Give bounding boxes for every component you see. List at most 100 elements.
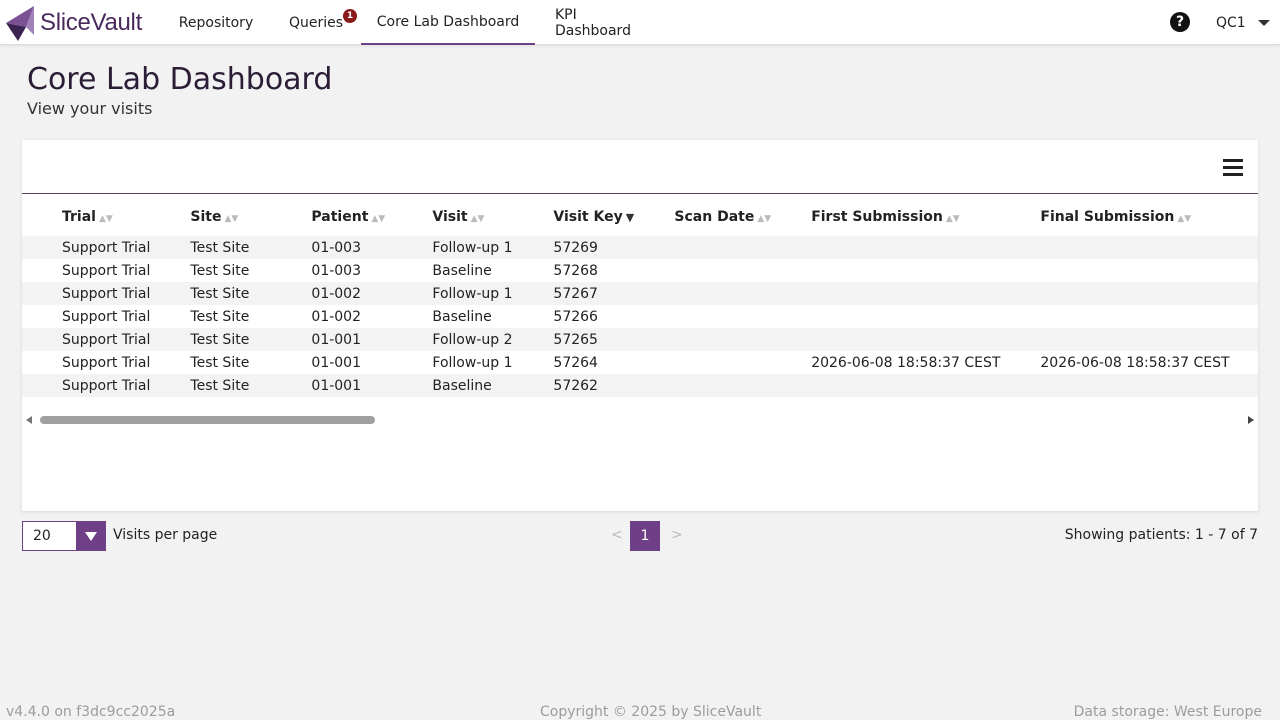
column-header[interactable]: Visit Key ▼: [513, 207, 634, 236]
tab-label: KPI Dashboard: [555, 6, 631, 39]
table-cell: [771, 328, 1001, 351]
table-cell: [1229, 259, 1258, 282]
brand-logo[interactable]: SliceVault: [4, 4, 142, 42]
pager-page-1[interactable]: 1: [630, 521, 660, 551]
table-row[interactable]: Support Trial Test Site 01-003 Baseline 5726…: [22, 259, 1258, 282]
table-cell: [634, 351, 772, 374]
table-header-row: Trial ▲▼ Site ▲▼ Patient ▲▼ Visit ▲▼ Visit Key ▼ S…: [22, 207, 1258, 236]
page-title: Core Lab Dashboard: [27, 62, 333, 97]
table-cell: Follow-up 2: [392, 328, 514, 351]
table-cell: Test Site: [150, 351, 272, 374]
table-cell: Follow-up 1: [392, 282, 514, 305]
sort-icon[interactable]: ▲▼: [471, 214, 485, 224]
column-header-label: Visit: [432, 209, 468, 225]
per-page-select[interactable]: 20: [22, 521, 106, 551]
column-header[interactable]: Trial ▲▼: [22, 207, 150, 236]
tab-core-lab-dashboard[interactable]: Core Lab Dashboard: [361, 0, 535, 45]
table-cell: Support Trial: [22, 282, 151, 305]
table-cell: [634, 328, 772, 351]
table-row[interactable]: Support Trial Test Site 01-001 Follow-up 25…: [22, 328, 1258, 351]
hamburger-icon[interactable]: [1223, 159, 1243, 177]
table-row[interactable]: Support Trial Test Site 01-001 Follow-up 15…: [22, 351, 1258, 374]
column-header-label: First Submission: [811, 209, 943, 225]
tab-queries[interactable]: Queries 1: [288, 0, 357, 45]
table-cell: Support Trial: [22, 259, 151, 282]
table-body: Support Trial Test Site 01-003 Follow-up 15…: [22, 236, 1258, 397]
showing-count: Showing patients: 1 - 7 of 7: [1064, 527, 1258, 543]
table-cell: [1000, 259, 1230, 282]
column-header-label: Visit Key: [553, 209, 623, 225]
table-cell: Support Trial: [22, 236, 151, 259]
table-cell: 57264: [513, 351, 635, 374]
column-header[interactable]: Site ▲▼: [150, 207, 271, 236]
table-row[interactable]: Support Trial Test Site 01-002 Baseline 5726…: [22, 305, 1258, 328]
dropdown-button[interactable]: [76, 522, 105, 550]
sort-icon[interactable]: ▲▼: [1177, 214, 1191, 224]
pager-next[interactable]: >: [671, 527, 683, 543]
user-menu[interactable]: QC1: [1216, 0, 1270, 45]
brand-name: SliceVault: [40, 9, 142, 36]
scrollbar-thumb[interactable]: [40, 416, 375, 424]
table-cell: Test Site: [150, 328, 272, 351]
table-row[interactable]: Support Trial Test Site 01-003 Follow-up 15…: [22, 236, 1258, 259]
table-cell: [771, 305, 1001, 328]
table-cell: Test Site: [150, 282, 272, 305]
slicevault-logo-icon: [6, 5, 34, 41]
table-cell: 2026-06-08 18:58:37 CEST: [771, 351, 1001, 374]
sort-icon[interactable]: ▲▼: [99, 214, 113, 224]
table-cell: Support Trial: [22, 305, 151, 328]
table-cell: Support Trial: [22, 351, 151, 374]
table-row[interactable]: Support Trial Test Site 01-002 Follow-up 15…: [22, 282, 1258, 305]
table-cell: [1229, 328, 1258, 351]
table-cell: Test Site: [150, 259, 272, 282]
column-header[interactable]: Visit ▲▼: [392, 207, 513, 236]
table-cell: 01-003: [271, 259, 393, 282]
sort-icon[interactable]: ▲▼: [224, 214, 238, 224]
top-navigation: SliceVault Repository Queries 1 Core Lab…: [0, 0, 1280, 45]
tab-repository[interactable]: Repository: [178, 0, 254, 45]
tab-kpi-dashboard[interactable]: KPI Dashboard: [555, 0, 653, 45]
pager-previous[interactable]: <: [611, 527, 623, 543]
column-header[interactable]: Submission▲▼: [1230, 207, 1258, 236]
table-cell: Baseline: [392, 374, 514, 397]
table-cell: Baseline: [392, 305, 514, 328]
table-row[interactable]: Support Trial Test Site 01-001 Baseline 5726…: [22, 374, 1258, 397]
tab-label: Queries: [288, 14, 344, 31]
page-subtitle: View your visits: [27, 99, 153, 118]
help-icon[interactable]: ?: [1170, 12, 1190, 32]
table-cell: Follow-up 1: [392, 351, 514, 374]
column-header[interactable]: First Submission ▲▼: [771, 207, 1000, 236]
table-cell: 57267: [513, 282, 635, 305]
table-viewport: Trial ▲▼ Site ▲▼ Patient ▲▼ Visit ▲▼ Visit Key ▼ S…: [22, 195, 1258, 410]
table-cell: [771, 259, 1001, 282]
table-cell: [634, 305, 772, 328]
chevron-down-icon: [1257, 19, 1270, 26]
column-header[interactable]: Final Submission ▲▼: [1000, 207, 1229, 236]
table-cell: [634, 374, 772, 397]
sort-icon[interactable]: ▲▼: [757, 214, 771, 224]
column-header-label: Scan Date: [674, 209, 755, 225]
column-header[interactable]: Scan Date ▲▼: [634, 207, 771, 236]
column-header-label: Site: [190, 209, 222, 225]
tab-label: Repository: [178, 14, 254, 31]
table-cell: 2026-06-08 18:58:37 CEST: [1000, 351, 1230, 374]
sort-icon[interactable]: ▲▼: [946, 214, 960, 224]
copyright: Copyright © 2025 by SliceVault: [540, 704, 762, 720]
horizontal-scrollbar[interactable]: [22, 412, 1258, 428]
scroll-right-icon[interactable]: [1248, 416, 1254, 424]
table-cell: [1000, 236, 1230, 259]
table-cell: Follow-up 1: [392, 236, 514, 259]
sort-desc-icon[interactable]: ▼: [626, 211, 634, 224]
data-storage: Data storage: West Europe: [1073, 704, 1262, 720]
scroll-left-icon[interactable]: [26, 416, 32, 424]
table-cell: [771, 374, 1001, 397]
table-cell: [634, 259, 772, 282]
table-cell: 01-001: [271, 328, 393, 351]
table-cell: [1000, 282, 1230, 305]
sort-icon[interactable]: ▲▼: [371, 214, 385, 224]
table-cell: 01-001: [271, 374, 393, 397]
column-header[interactable]: Patient ▲▼: [271, 207, 392, 236]
visits-table-card: Trial ▲▼ Site ▲▼ Patient ▲▼ Visit ▲▼ Visit Key ▼ S…: [22, 140, 1258, 511]
table-cell: 01-002: [271, 282, 393, 305]
table-cell: Test Site: [150, 305, 272, 328]
